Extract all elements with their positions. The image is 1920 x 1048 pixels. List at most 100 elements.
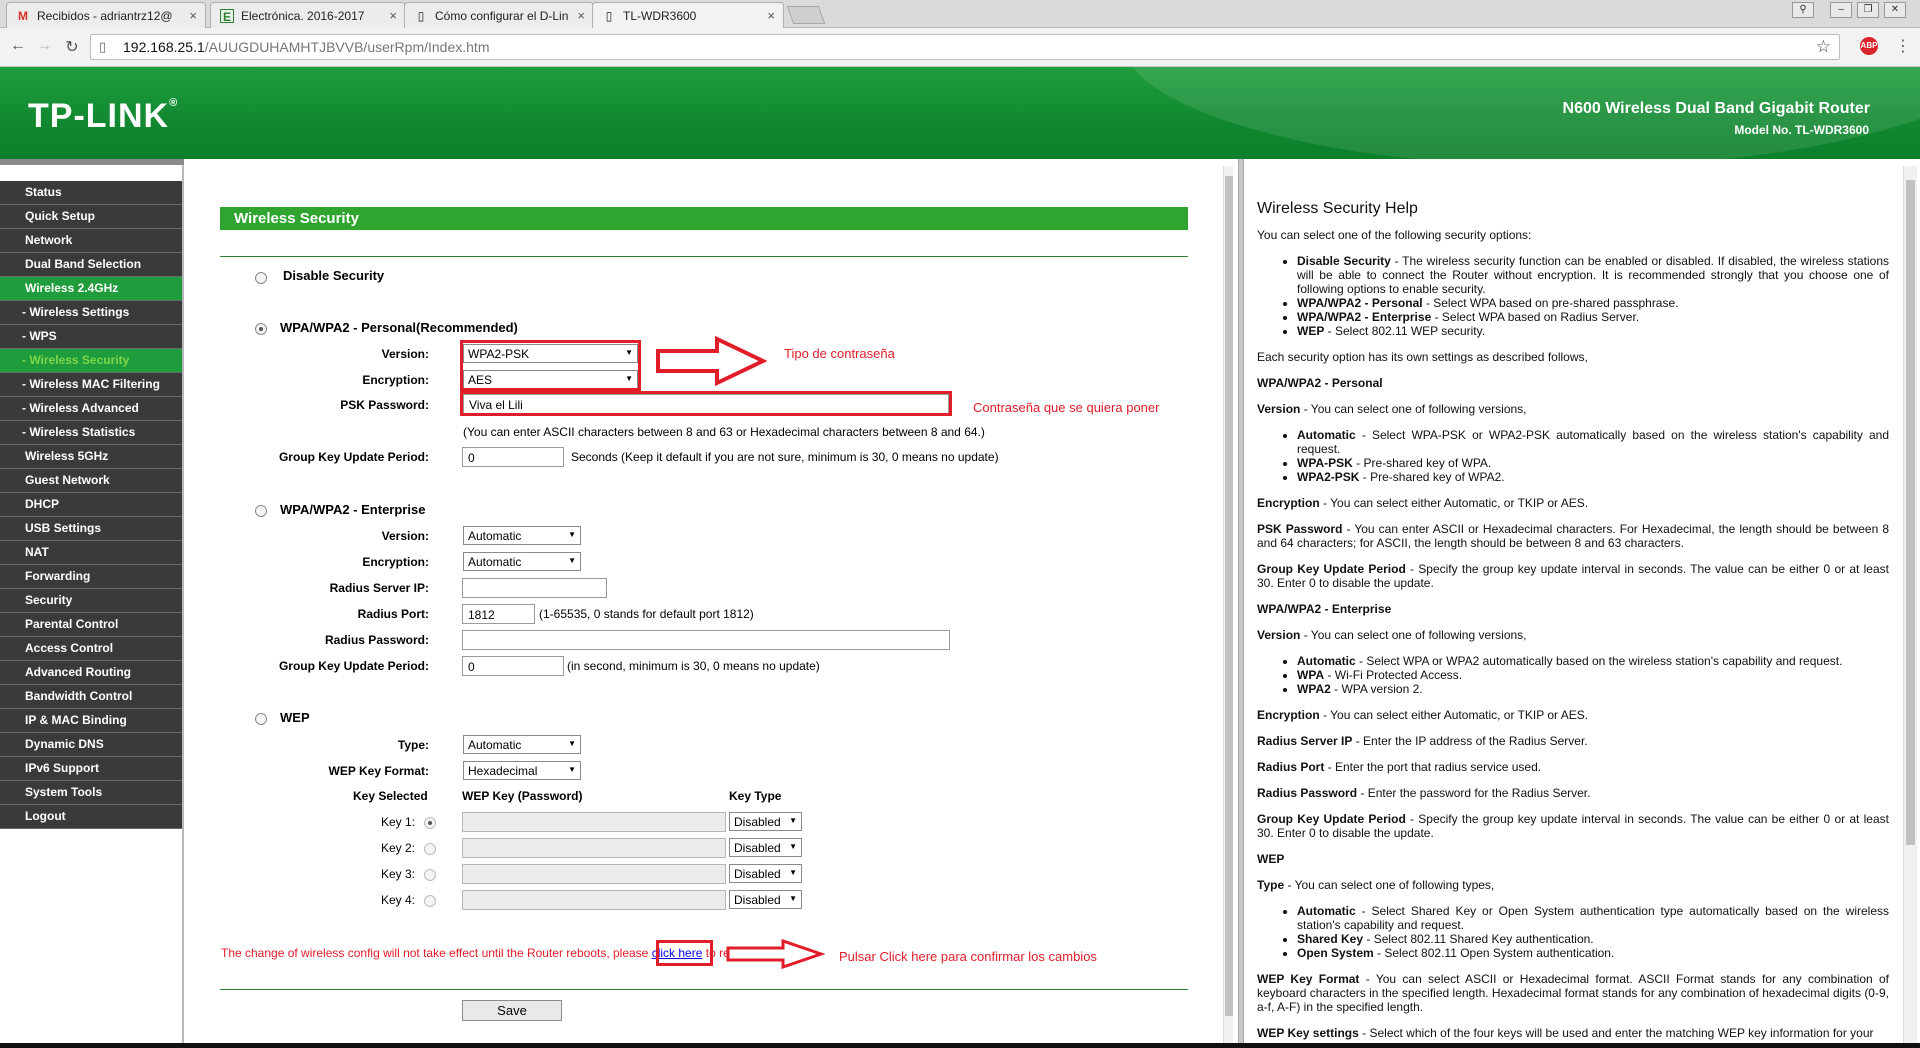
psk-password-label: PSK Password:: [340, 398, 429, 412]
user-icon[interactable]: ⚲: [1792, 2, 1814, 18]
close-icon[interactable]: ×: [389, 8, 397, 23]
forward-icon[interactable]: →: [34, 37, 54, 55]
help-intro: You can select one of the following secu…: [1257, 228, 1532, 242]
key2-type-select[interactable]: Disabled ▼: [729, 838, 802, 857]
group-key-input[interactable]: 0: [462, 447, 564, 467]
product-name: N600 Wireless Dual Band Gigabit Router: [1562, 100, 1870, 117]
router-header: TP-LINK® N600 Wireless Dual Band Gigabit…: [0, 67, 1920, 159]
sidebar-item-logout[interactable]: Logout: [0, 805, 182, 829]
wep-radio[interactable]: [255, 713, 267, 725]
key2-input[interactable]: [462, 838, 726, 858]
key2-radio[interactable]: [424, 843, 436, 855]
key1-label: Key 1:: [380, 815, 415, 829]
maximize-icon[interactable]: ❐: [1857, 2, 1879, 18]
chevron-down-icon: ▼: [789, 842, 797, 851]
sidebar-item-status[interactable]: Status: [0, 181, 182, 205]
group-key-hint: Seconds (Keep it default if you are not …: [571, 450, 999, 464]
key1-input[interactable]: [462, 812, 726, 832]
help-paragraph: Encryption - You can select either Autom…: [1257, 708, 1589, 722]
psk-hint: (You can enter ASCII characters between …: [463, 425, 985, 439]
minimize-icon[interactable]: –: [1830, 2, 1852, 18]
sidebar-item-guest-network[interactable]: Guest Network: [0, 469, 182, 493]
window-close-icon[interactable]: ✕: [1884, 2, 1906, 18]
help-list-item: WPA2 - WPA version 2.: [1297, 682, 1889, 696]
key-type-header: Key Type: [729, 789, 782, 803]
page-title: Wireless Security: [220, 207, 1188, 230]
sidebar-item-wireless-mac-filtering[interactable]: - Wireless MAC Filtering: [0, 373, 182, 397]
key3-label: Key 3:: [380, 867, 415, 881]
sidebar-item-usb-settings[interactable]: USB Settings: [0, 517, 182, 541]
sidebar-item-ipv6-support[interactable]: IPv6 Support: [0, 757, 182, 781]
sidebar-item-bandwidth-control[interactable]: Bandwidth Control: [0, 685, 182, 709]
annotation-password: Contraseña que se quiera poner: [973, 400, 1160, 415]
sidebar-item-dynamic-dns[interactable]: Dynamic DNS: [0, 733, 182, 757]
help-list-item: WPA/WPA2 - Personal - Select WPA based o…: [1297, 296, 1889, 310]
sidebar-item-wps[interactable]: - WPS: [0, 325, 182, 349]
sidebar-item-nat[interactable]: NAT: [0, 541, 182, 565]
sidebar-item-dhcp[interactable]: DHCP: [0, 493, 182, 517]
wep-format-select[interactable]: Hexadecimal ▼: [463, 761, 581, 780]
elearning-icon: E: [220, 9, 234, 24]
sidebar-item-dual-band-selection[interactable]: Dual Band Selection: [0, 253, 182, 277]
browser-tab-gmail[interactable]: M Recibidos - adriantrz12@ ×: [6, 2, 206, 28]
sidebar-item-forwarding[interactable]: Forwarding: [0, 565, 182, 589]
sidebar-item-ip-mac-binding[interactable]: IP & MAC Binding: [0, 709, 182, 733]
save-button[interactable]: Save: [462, 1000, 562, 1021]
wep-type-select[interactable]: Automatic ▼: [463, 735, 581, 754]
disable-security-label: Disable Security: [283, 268, 385, 283]
sidebar-item-wireless-security[interactable]: - Wireless Security: [0, 349, 182, 373]
key4-input[interactable]: [462, 890, 726, 910]
ent-group-key-input[interactable]: 0: [462, 656, 564, 676]
radius-port-input[interactable]: 1812: [462, 604, 535, 624]
main-scrollbar[interactable]: [1223, 166, 1233, 1043]
disable-security-radio[interactable]: [255, 272, 267, 284]
new-tab-button[interactable]: [786, 6, 826, 24]
back-icon[interactable]: ←: [8, 37, 28, 55]
wpa-enterprise-radio[interactable]: [255, 505, 267, 517]
reload-icon[interactable]: ↻: [62, 37, 82, 57]
browser-tab-dlink[interactable]: ▯ Cómo configurar el D-Lin ×: [404, 2, 594, 28]
address-bar[interactable]: ▯ 192.168.25.1/AUUGDUHAMHTJBVVB/userRpm/…: [90, 34, 1840, 60]
sidebar-item-advanced-routing[interactable]: Advanced Routing: [0, 661, 182, 685]
ent-encryption-select[interactable]: Automatic ▼: [463, 552, 581, 571]
close-icon[interactable]: ×: [189, 8, 197, 23]
help-list-item: Automatic - Select Shared Key or Open Sy…: [1297, 904, 1889, 932]
sidebar-item-wireless-settings[interactable]: - Wireless Settings: [0, 301, 182, 325]
key1-type-select[interactable]: Disabled ▼: [729, 812, 802, 831]
key4-type-select[interactable]: Disabled ▼: [729, 890, 802, 909]
sidebar-item-parental-control[interactable]: Parental Control: [0, 613, 182, 637]
key3-type-select[interactable]: Disabled ▼: [729, 864, 802, 883]
bookmark-star-icon[interactable]: ☆: [1816, 37, 1831, 57]
wep-label: WEP: [280, 710, 310, 725]
sidebar-item-wireless-advanced[interactable]: - Wireless Advanced: [0, 397, 182, 421]
sidebar-item-wireless-statistics[interactable]: - Wireless Statistics: [0, 421, 182, 445]
close-icon[interactable]: ×: [577, 8, 585, 23]
key1-radio[interactable]: [424, 817, 436, 829]
radius-password-input[interactable]: [462, 630, 950, 650]
sidebar-item-security[interactable]: Security: [0, 589, 182, 613]
sidebar-item-quick-setup[interactable]: Quick Setup: [0, 205, 182, 229]
page-info-icon[interactable]: ▯: [99, 39, 106, 55]
ent-version-select[interactable]: Automatic ▼: [463, 526, 581, 545]
side-menu: Status Quick Setup Network Dual Band Select…: [0, 181, 182, 829]
radius-ip-input[interactable]: [462, 578, 607, 598]
key3-input[interactable]: [462, 864, 726, 884]
key3-radio[interactable]: [424, 869, 436, 881]
browser-menu-icon[interactable]: ⋮: [1895, 36, 1911, 56]
help-paragraph: Radius Port - Enter the port that radius…: [1257, 760, 1542, 774]
key4-radio[interactable]: [424, 895, 436, 907]
help-list-item: WPA - Wi-Fi Protected Access.: [1297, 668, 1889, 682]
adblock-icon[interactable]: ABP: [1860, 37, 1878, 55]
close-icon[interactable]: ×: [767, 8, 775, 23]
sidebar-item-wireless-5ghz[interactable]: Wireless 5GHz: [0, 445, 182, 469]
sidebar-item-system-tools[interactable]: System Tools: [0, 781, 182, 805]
sidebar-item-network[interactable]: Network: [0, 229, 182, 253]
help-title: Wireless Security Help: [1257, 200, 1418, 217]
wpa-personal-radio[interactable]: [255, 323, 267, 335]
wep-key-header: WEP Key (Password): [462, 789, 583, 803]
sidebar-item-wireless-2-4ghz[interactable]: Wireless 2.4GHz: [0, 277, 182, 301]
help-scrollbar[interactable]: [1903, 166, 1917, 1044]
browser-tab-electronica[interactable]: E Electrónica. 2016-2017 ×: [210, 2, 406, 28]
browser-tab-router[interactable]: ▯ TL-WDR3600 ×: [592, 2, 784, 28]
sidebar-item-access-control[interactable]: Access Control: [0, 637, 182, 661]
